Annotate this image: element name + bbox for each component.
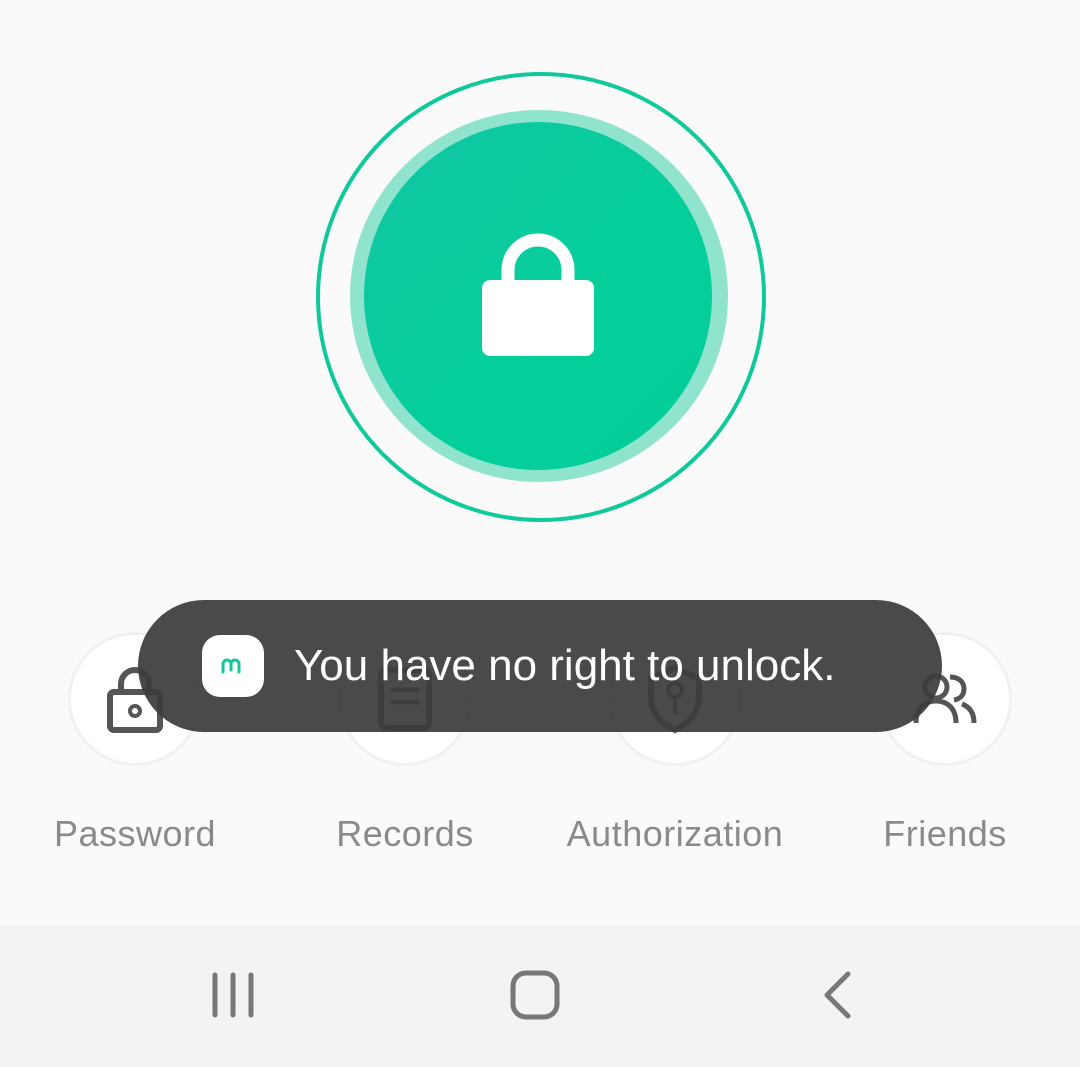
app-screen: Password Records Authorization Friends Y…	[0, 0, 1080, 925]
toast-message: You have no right to unlock.	[294, 641, 836, 690]
toast-notification: You have no right to unlock.	[138, 600, 942, 732]
recent-apps-button[interactable]	[193, 965, 273, 1025]
app-logo-icon	[202, 635, 264, 697]
padlock-icon	[482, 233, 594, 356]
back-button[interactable]	[797, 965, 877, 1025]
unlock-button[interactable]	[364, 122, 712, 470]
home-icon	[510, 970, 560, 1020]
feature-records-label: Records	[336, 813, 474, 854]
feature-friends-label: Friends	[883, 813, 1007, 854]
system-navigation-bar	[0, 925, 1080, 1067]
home-button[interactable]	[495, 965, 575, 1025]
feature-authorization-label: Authorization	[566, 813, 784, 854]
back-icon	[824, 971, 851, 1019]
feature-password-label: Password	[53, 813, 217, 854]
recent-apps-icon	[212, 972, 254, 1018]
